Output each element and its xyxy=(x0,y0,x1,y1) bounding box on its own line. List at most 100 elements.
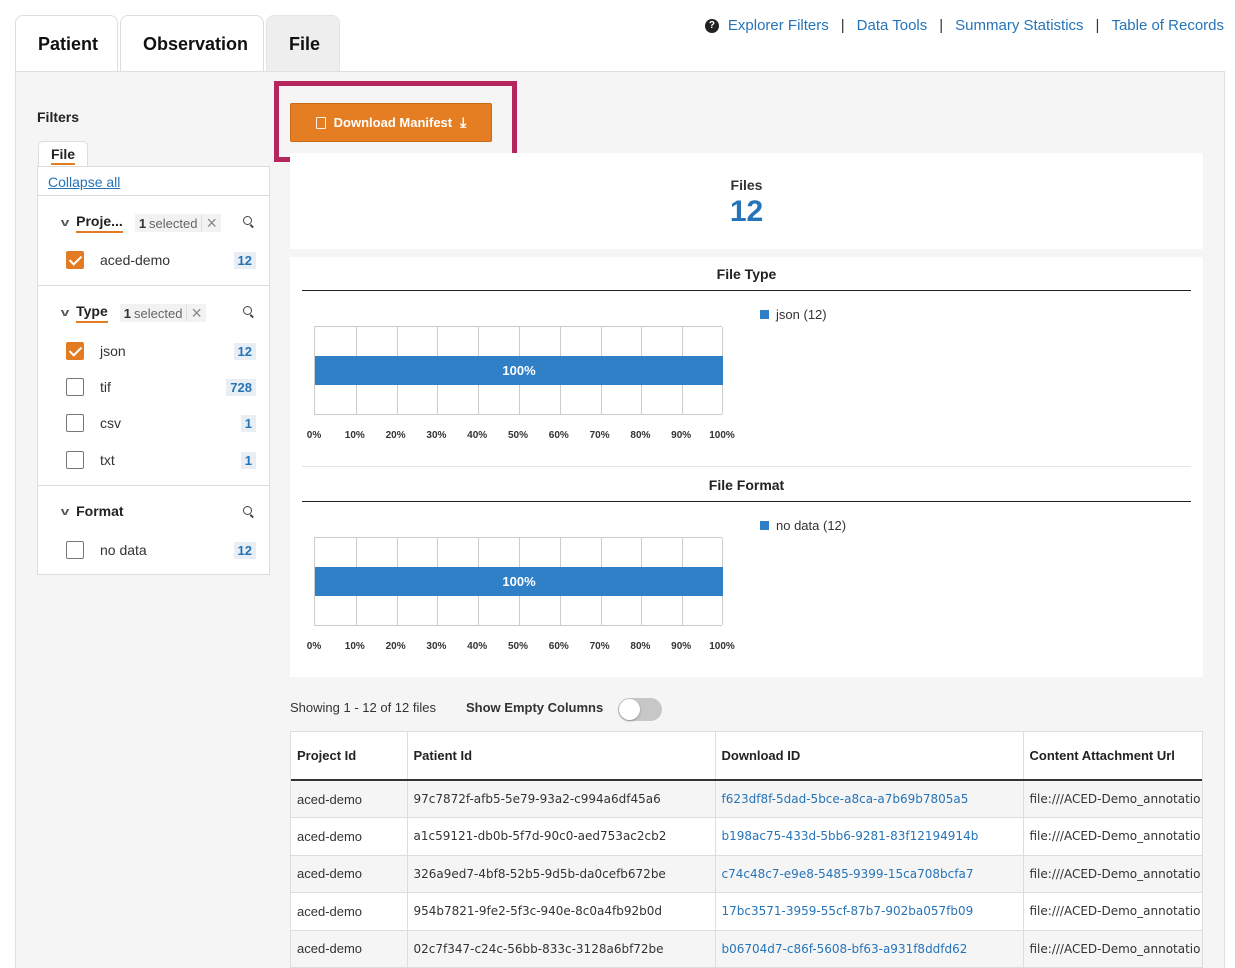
checkbox[interactable] xyxy=(66,378,84,396)
cell-project-id: aced-demo xyxy=(291,930,408,968)
summary-statistics-link[interactable]: Summary Statistics xyxy=(955,17,1083,34)
option-label: tif xyxy=(100,379,111,395)
explorer-filters-link[interactable]: Explorer Filters xyxy=(728,17,829,34)
document-icon xyxy=(315,116,326,129)
chevron-down-icon: v xyxy=(60,307,70,319)
show-empty-columns-toggle[interactable] xyxy=(618,698,662,721)
filter-tab-file[interactable]: File xyxy=(38,141,88,168)
clear-selection-icon[interactable]: × xyxy=(186,304,206,322)
cell-content-url: file:///ACED-Demo_annotatio xyxy=(1023,817,1202,856)
x-tick-label: 40% xyxy=(467,430,488,441)
cell-download-id: f623df8f-5dad-5bce-a8ca-a7b69b7805a5 xyxy=(715,780,1024,818)
bar-json[interactable]: 100% xyxy=(315,356,723,385)
checkbox[interactable] xyxy=(66,251,84,269)
cell-patient-id: 02c7f347-c24c-56bb-833c-3128a6bf72be xyxy=(407,930,716,968)
column-header-content-attachment-url[interactable]: Content Attachment Url xyxy=(1023,732,1202,781)
checkbox[interactable] xyxy=(66,414,84,432)
filter-option-txt[interactable]: txt 1 xyxy=(66,450,256,470)
bar-plot-file-format: 100% xyxy=(314,537,723,626)
x-tick-label: 10% xyxy=(344,641,365,652)
checkbox[interactable] xyxy=(66,342,84,360)
filter-section-title: Proje... xyxy=(76,213,123,233)
chart-separator xyxy=(302,466,1191,467)
filter-section-project[interactable]: v Proje... 1 selected × xyxy=(61,213,221,233)
chevron-down-icon: v xyxy=(60,506,70,518)
tab-patient[interactable]: Patient xyxy=(15,15,118,73)
filter-option-json[interactable]: json 12 xyxy=(66,341,256,361)
legend-item-json[interactable]: json (12) xyxy=(760,307,827,322)
cell-content-url: file:///ACED-Demo_annotatio xyxy=(1023,892,1202,931)
bar-data-label: 100% xyxy=(502,574,536,589)
files-count-label: Files xyxy=(730,177,763,193)
section-divider xyxy=(38,285,269,286)
filter-option-no-data[interactable]: no data 12 xyxy=(66,540,256,560)
x-tick-label: 50% xyxy=(507,430,529,441)
x-tick-label: 0% xyxy=(306,641,322,652)
search-icon[interactable] xyxy=(243,506,255,518)
x-tick-label: 30% xyxy=(426,641,447,652)
selected-pill: 1 selected × xyxy=(134,214,221,232)
data-tools-link[interactable]: Data Tools xyxy=(857,17,928,34)
download-manifest-label: Download Manifest xyxy=(333,115,453,130)
question-circle-icon: ? xyxy=(704,18,719,33)
download-arrow-icon: ⤓ xyxy=(460,114,467,130)
chart-rule xyxy=(302,501,1191,502)
chart-title: File Type xyxy=(716,266,777,282)
cell-patient-id: 326a9ed7-4bf8-52b5-9d5b-da0cefb672be xyxy=(407,855,716,893)
option-count: 1 xyxy=(240,414,256,432)
option-count: 12 xyxy=(233,342,256,360)
column-header-patient-id[interactable]: Patient Id xyxy=(407,732,716,781)
x-tick-label: 0% xyxy=(306,430,322,441)
table-of-records-link[interactable]: Table of Records xyxy=(1111,17,1224,34)
chart-title: File Format xyxy=(708,477,785,493)
toggle-knob xyxy=(619,699,640,720)
option-label: csv xyxy=(100,415,121,431)
download-manifest-button[interactable]: Download Manifest ⤓ xyxy=(290,103,492,142)
option-count: 728 xyxy=(226,378,256,396)
bar-no-data[interactable]: 100% xyxy=(315,567,723,596)
x-tick-label: 30% xyxy=(426,430,447,441)
legend-swatch xyxy=(760,521,769,530)
x-tick-label: 20% xyxy=(385,430,406,441)
filter-section-format[interactable]: v Format xyxy=(60,503,124,521)
filter-group: Collapse all v Proje... 1 selected × ace… xyxy=(37,166,270,575)
cell-content-url: file:///ACED-Demo_annotatio xyxy=(1023,930,1202,968)
tab-file[interactable]: File xyxy=(266,15,340,73)
column-header-project-id[interactable]: Project Id xyxy=(291,732,408,781)
legend-count: (12) xyxy=(823,518,847,533)
filter-option-tif[interactable]: tif 728 xyxy=(66,377,256,397)
filter-option-aced-demo[interactable]: aced-demo 12 xyxy=(66,250,256,270)
x-tick-label: 60% xyxy=(548,641,569,652)
checkbox[interactable] xyxy=(66,451,84,469)
column-header-download-id[interactable]: Download ID xyxy=(715,732,1024,781)
x-tick-label: 60% xyxy=(548,430,569,441)
show-empty-columns-label: Show Empty Columns xyxy=(466,700,604,715)
filter-option-csv[interactable]: csv 1 xyxy=(66,413,256,433)
search-icon[interactable] xyxy=(243,306,255,318)
selected-count: 1 xyxy=(138,215,147,231)
download-id-link[interactable]: b198ac75-433d-5bb6-9281-83f12194914b xyxy=(722,829,979,843)
download-id-link[interactable]: c74c48c7-e9e8-5485-9399-15ca708bcfa7 xyxy=(722,867,974,881)
cell-download-id: b198ac75-433d-5bb6-9281-83f12194914b xyxy=(715,817,1024,856)
x-tick-label: 80% xyxy=(630,641,651,652)
download-id-link[interactable]: 17bc3571-3959-55cf-87b7-902ba057fb09 xyxy=(722,904,974,918)
legend-count: (12) xyxy=(803,307,827,322)
selected-label: selected xyxy=(134,305,183,321)
tab-observation[interactable]: Observation xyxy=(120,15,264,73)
search-icon[interactable] xyxy=(243,216,255,228)
download-id-link[interactable]: b06704d7-c86f-5608-bf63-a931f8ddfd62 xyxy=(722,942,968,956)
clear-selection-icon[interactable]: × xyxy=(201,214,221,232)
legend-item-no-data[interactable]: no data (12) xyxy=(760,518,846,533)
x-tick-label: 80% xyxy=(630,430,651,441)
link-separator: | xyxy=(840,17,845,34)
cell-download-id: 17bc3571-3959-55cf-87b7-902ba057fb09 xyxy=(715,892,1024,931)
option-count: 12 xyxy=(233,251,256,269)
checkbox[interactable] xyxy=(66,541,84,559)
collapse-all-link[interactable]: Collapse all xyxy=(48,174,120,190)
x-tick-label: 100% xyxy=(709,430,735,441)
x-tick-label: 90% xyxy=(671,430,692,441)
chart-rule xyxy=(302,290,1191,291)
download-id-link[interactable]: f623df8f-5dad-5bce-a8ca-a7b69b7805a5 xyxy=(722,792,969,806)
cell-patient-id: 97c7872f-afb5-5e79-93a2-c994a6df45a6 xyxy=(407,780,716,818)
filter-section-type[interactable]: v Type 1 selected × xyxy=(60,303,206,323)
